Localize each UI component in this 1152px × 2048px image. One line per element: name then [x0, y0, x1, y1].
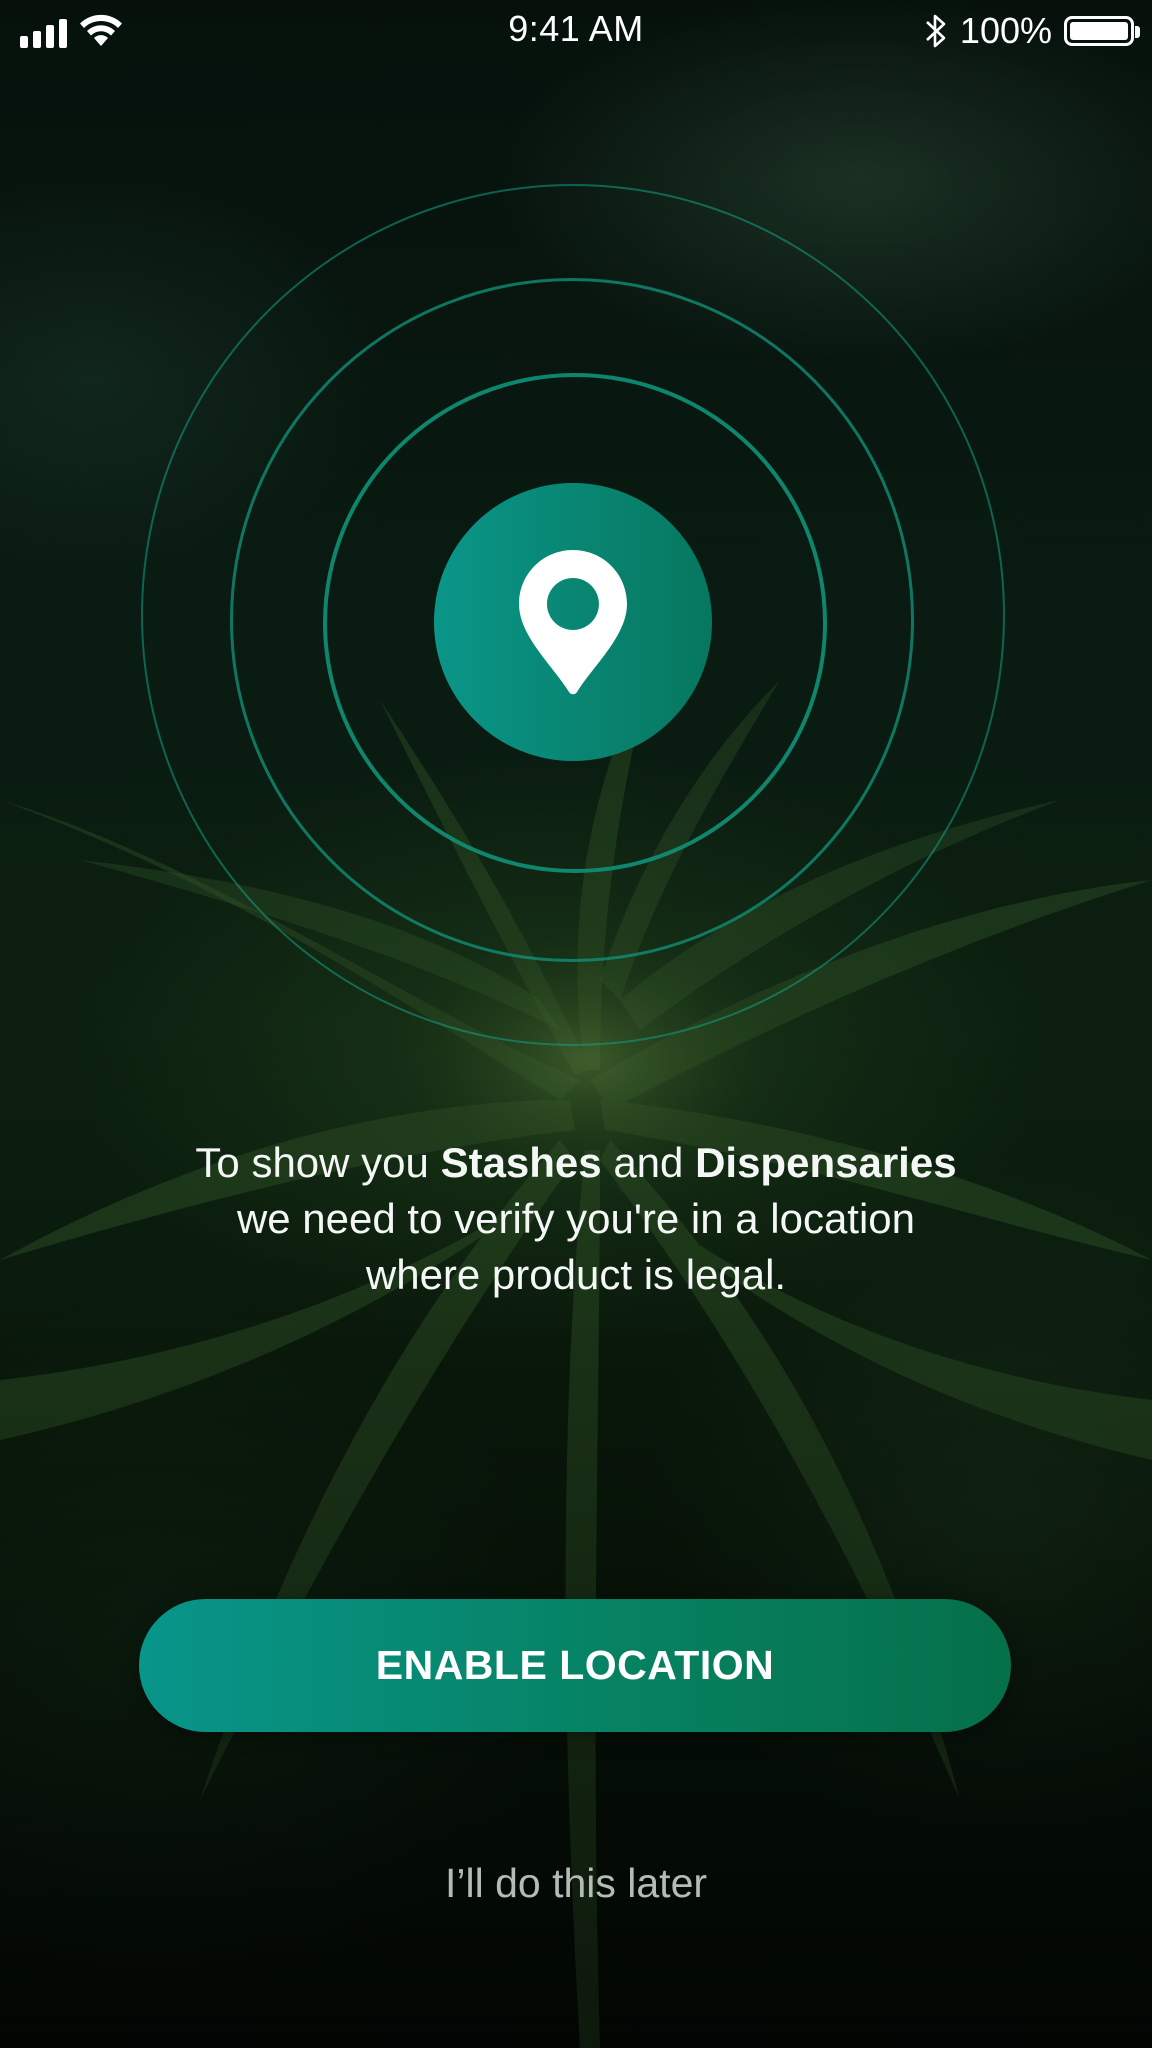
location-pin-icon: [519, 550, 627, 695]
stashes-highlight: Stashes: [440, 1139, 602, 1186]
battery-percent: 100%: [959, 10, 1052, 51]
do-this-later-link[interactable]: I’ll do this later: [0, 1860, 1152, 1907]
status-right: 100%: [924, 10, 1140, 52]
bluetooth-icon: [926, 14, 946, 48]
message-line-1: To show you Stashes and Dispensaries: [80, 1135, 1072, 1191]
dispensaries-highlight: Dispensaries: [695, 1139, 957, 1186]
message-text: and: [601, 1139, 696, 1186]
message-line-3: where product is legal.: [365, 1251, 787, 1298]
battery-fill: [1070, 22, 1128, 40]
message-text: To show you: [195, 1139, 441, 1186]
message-line-2: we need to verify you're in a location: [236, 1195, 916, 1242]
location-pin-badge: [434, 483, 712, 761]
location-explanation: To show you Stashes and Dispensaries we …: [80, 1135, 1072, 1303]
enable-location-button[interactable]: ENABLE LOCATION: [139, 1599, 1011, 1732]
location-permission-screen: 9:41 AM 100% To show you Stashes and Dis…: [0, 0, 1152, 2048]
battery-icon: [1064, 16, 1140, 46]
status-bar: 9:41 AM 100%: [0, 0, 1152, 60]
